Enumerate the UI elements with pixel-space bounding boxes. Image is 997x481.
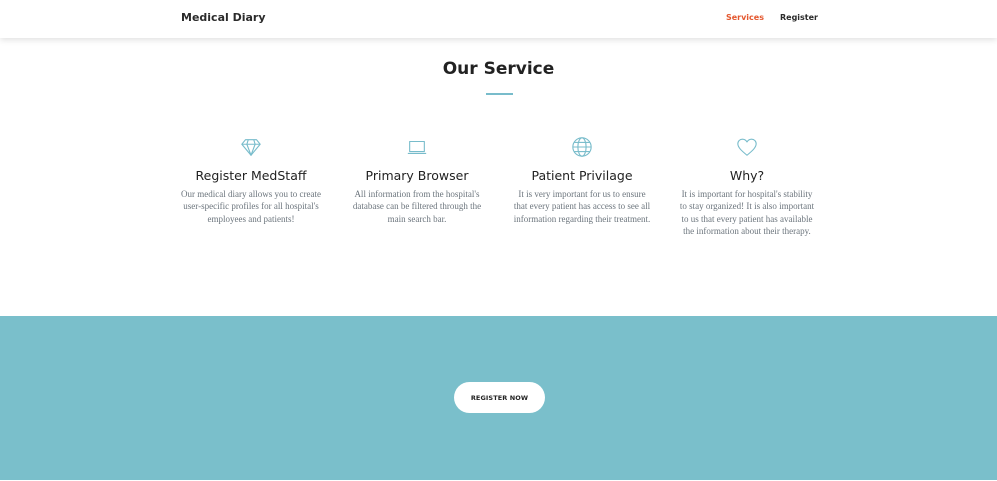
service-card-patient-privilage: Patient Privilage It is very important f… xyxy=(512,136,652,225)
laptop-icon xyxy=(407,140,427,154)
service-title: Why? xyxy=(729,168,765,183)
diamond-icon xyxy=(241,139,261,156)
register-cta-section: REGISTER NOW xyxy=(0,316,997,480)
service-title: Register MedStaff xyxy=(195,168,307,183)
service-text: All information from the hospital's data… xyxy=(352,189,482,224)
service-text: It is important for hospital's stability… xyxy=(679,189,815,236)
service-title: Patient Privilage xyxy=(531,168,633,183)
title-divider xyxy=(486,93,513,95)
service-title: Primary Browser xyxy=(365,168,469,183)
globe-icon xyxy=(572,137,592,157)
heart-icon xyxy=(737,138,757,156)
service-card-primary-browser: Primary Browser All information from the… xyxy=(347,136,487,225)
register-now-button[interactable]: REGISTER NOW xyxy=(454,382,545,413)
service-text: Our medical diary allows you to create u… xyxy=(181,189,321,224)
service-text: It is very important for us to ensure th… xyxy=(513,189,651,224)
navbar: Medical Diary Services Register xyxy=(0,0,997,38)
nav-link-register[interactable]: Register xyxy=(780,13,818,22)
section-title: Our Service xyxy=(442,59,555,79)
nav-link-services[interactable]: Services xyxy=(726,13,764,22)
brand-link[interactable]: Medical Diary xyxy=(181,11,266,24)
service-card-register-medstaff: Register MedStaff Our medical diary allo… xyxy=(181,136,321,225)
nav-links: Services Register xyxy=(726,13,818,22)
service-card-why: Why? It is important for hospital's stab… xyxy=(677,136,817,237)
